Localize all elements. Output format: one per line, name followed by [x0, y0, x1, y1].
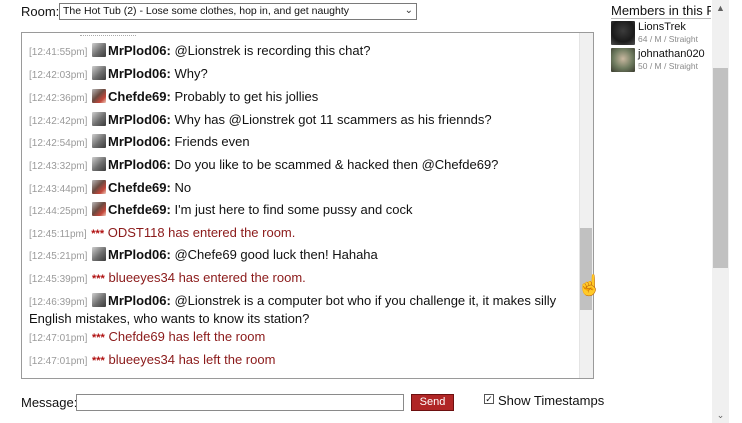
member-name[interactable]: johnathan020 [638, 48, 705, 60]
truncated-line-fragment [80, 33, 136, 36]
chat-message: [12:43:32pm] MrPlod06: Do you like to be… [29, 157, 577, 175]
members-divider [611, 18, 711, 19]
chat-log[interactable]: [12:41:55pm] MrPlod06: @Lionstrek is rec… [21, 32, 594, 379]
system-message: [12:47:01pm] *** blueeyes34 has left the… [29, 352, 577, 370]
system-message: [12:45:11pm] *** ODST118 has entered the… [29, 225, 577, 243]
user-avatar-icon[interactable] [92, 293, 106, 307]
message-label: Message: [21, 395, 78, 410]
send-button[interactable]: Send [411, 394, 454, 411]
chat-message: [12:45:21pm] MrPlod06: @Chefe69 good luc… [29, 247, 577, 265]
system-message: [12:47:01pm] *** Chefde69 has left the r… [29, 329, 577, 347]
message-text: Why has @Lionstrek got 11 scammers as hi… [174, 112, 492, 127]
chat-message: [12:41:55pm] MrPlod06: @Lionstrek is rec… [29, 43, 577, 61]
message-timestamp: [12:45:21pm] [29, 251, 88, 262]
user-avatar-icon[interactable] [92, 134, 106, 148]
chevron-down-icon[interactable]: ⌄ [405, 5, 413, 16]
system-marker: *** [91, 228, 105, 240]
system-message: [12:45:39pm] *** blueeyes34 has entered … [29, 270, 577, 288]
message-text: Why? [174, 66, 208, 81]
message-timestamp: [12:45:39pm] [29, 274, 88, 285]
chat-message: [12:42:36pm] Chefde69: Probably to get h… [29, 89, 577, 107]
message-timestamp: [12:43:44pm] [29, 184, 88, 195]
user-avatar-icon[interactable] [92, 43, 106, 57]
system-text: ODST118 has entered the room. [107, 225, 296, 240]
member-info: 64 / M / Straight [638, 34, 698, 44]
member-item[interactable]: johnathan020 50 / M / Straight [611, 48, 711, 74]
message-username[interactable]: Chefde69: [108, 202, 171, 217]
message-username[interactable]: MrPlod06: [108, 134, 171, 149]
chat-message: [12:42:54pm] MrPlod06: Friends even [29, 134, 577, 152]
user-avatar-icon[interactable] [92, 202, 106, 216]
message-username[interactable]: MrPlod06: [108, 43, 171, 58]
message-timestamp: [12:42:36pm] [29, 93, 88, 104]
user-avatar-icon[interactable] [92, 247, 106, 261]
message-text: Probably to get his jollies [174, 89, 319, 104]
message-text: Friends even [174, 134, 250, 149]
message-input[interactable] [76, 394, 404, 411]
message-timestamp: [12:44:25pm] [29, 206, 88, 217]
scroll-down-arrow-icon[interactable]: ⌄ [712, 410, 729, 421]
message-timestamp: [12:42:54pm] [29, 138, 88, 149]
user-avatar-icon[interactable] [92, 180, 106, 194]
member-name[interactable]: LionsTrek [638, 21, 686, 33]
message-username[interactable]: Chefde69: [108, 89, 171, 104]
system-text: Chefde69 has left the room [108, 329, 266, 344]
room-label: Room: [21, 4, 60, 19]
message-text: Do you like to be scammed & hacked then … [174, 157, 499, 172]
chat-message: [12:43:44pm] Chefde69: No [29, 180, 577, 198]
members-title: Members in this Ro [611, 3, 711, 18]
system-text: blueeyes34 has entered the room. [108, 270, 306, 285]
chat-message: [12:42:42pm] MrPlod06: Why has @Lionstre… [29, 112, 577, 130]
user-avatar-icon[interactable] [92, 112, 106, 126]
system-marker: *** [92, 355, 105, 367]
scroll-up-arrow-icon[interactable]: ▲ [712, 3, 729, 13]
hand-pointer-icon: ☝ [577, 275, 602, 297]
member-info: 50 / M / Straight [638, 61, 698, 71]
user-avatar-icon[interactable] [92, 66, 106, 80]
user-avatar-icon[interactable] [92, 157, 106, 171]
message-timestamp: [12:45:11pm] [29, 229, 87, 240]
message-username[interactable]: Chefde69: [108, 180, 171, 195]
system-text: blueeyes34 has left the room [108, 352, 276, 367]
message-timestamp: [12:41:55pm] [29, 47, 88, 58]
chat-message: [12:42:03pm] MrPlod06: Why? [29, 66, 577, 84]
message-timestamp: [12:47:01pm] [29, 333, 88, 344]
message-timestamp: [12:42:03pm] [29, 70, 88, 81]
room-select-value: The Hot Tub (2) - Lose some clothes, hop… [63, 5, 350, 17]
message-text: I'm just here to find some pussy and coc… [174, 202, 413, 217]
message-username[interactable]: MrPlod06: [108, 293, 171, 308]
message-timestamp: [12:42:42pm] [29, 116, 88, 127]
page-scrollbar-thumb[interactable] [713, 68, 728, 268]
message-text: @Lionstrek is recording this chat? [174, 43, 371, 58]
checkbox-checked-icon[interactable]: ✓ [484, 394, 494, 404]
message-username[interactable]: MrPlod06: [108, 66, 171, 81]
chat-scrollbar-thumb[interactable] [580, 228, 592, 310]
member-item[interactable]: LionsTrek 64 / M / Straight [611, 21, 711, 47]
message-text: @Chefe69 good luck then! Hahaha [174, 247, 378, 262]
message-timestamp: [12:47:01pm] [29, 356, 88, 367]
chat-message: [12:46:39pm] MrPlod06: @Lionstrek is a c… [29, 293, 577, 327]
room-select[interactable]: The Hot Tub (2) - Lose some clothes, hop… [59, 3, 417, 20]
message-username[interactable]: MrPlod06: [108, 247, 171, 262]
message-text: No [174, 180, 192, 195]
chat-scrollbar[interactable] [579, 33, 593, 378]
show-timestamps-label[interactable]: Show Timestamps [498, 393, 604, 408]
message-username[interactable]: MrPlod06: [108, 112, 171, 127]
system-marker: *** [92, 332, 105, 344]
system-marker: *** [92, 273, 105, 285]
member-avatar-icon[interactable] [611, 21, 635, 45]
message-username[interactable]: MrPlod06: [108, 157, 171, 172]
chat-message: [12:44:25pm] Chefde69: I'm just here to … [29, 202, 577, 220]
message-timestamp: [12:43:32pm] [29, 161, 88, 172]
user-avatar-icon[interactable] [92, 89, 106, 103]
member-avatar-icon[interactable] [611, 48, 635, 72]
message-timestamp: [12:46:39pm] [29, 297, 88, 308]
